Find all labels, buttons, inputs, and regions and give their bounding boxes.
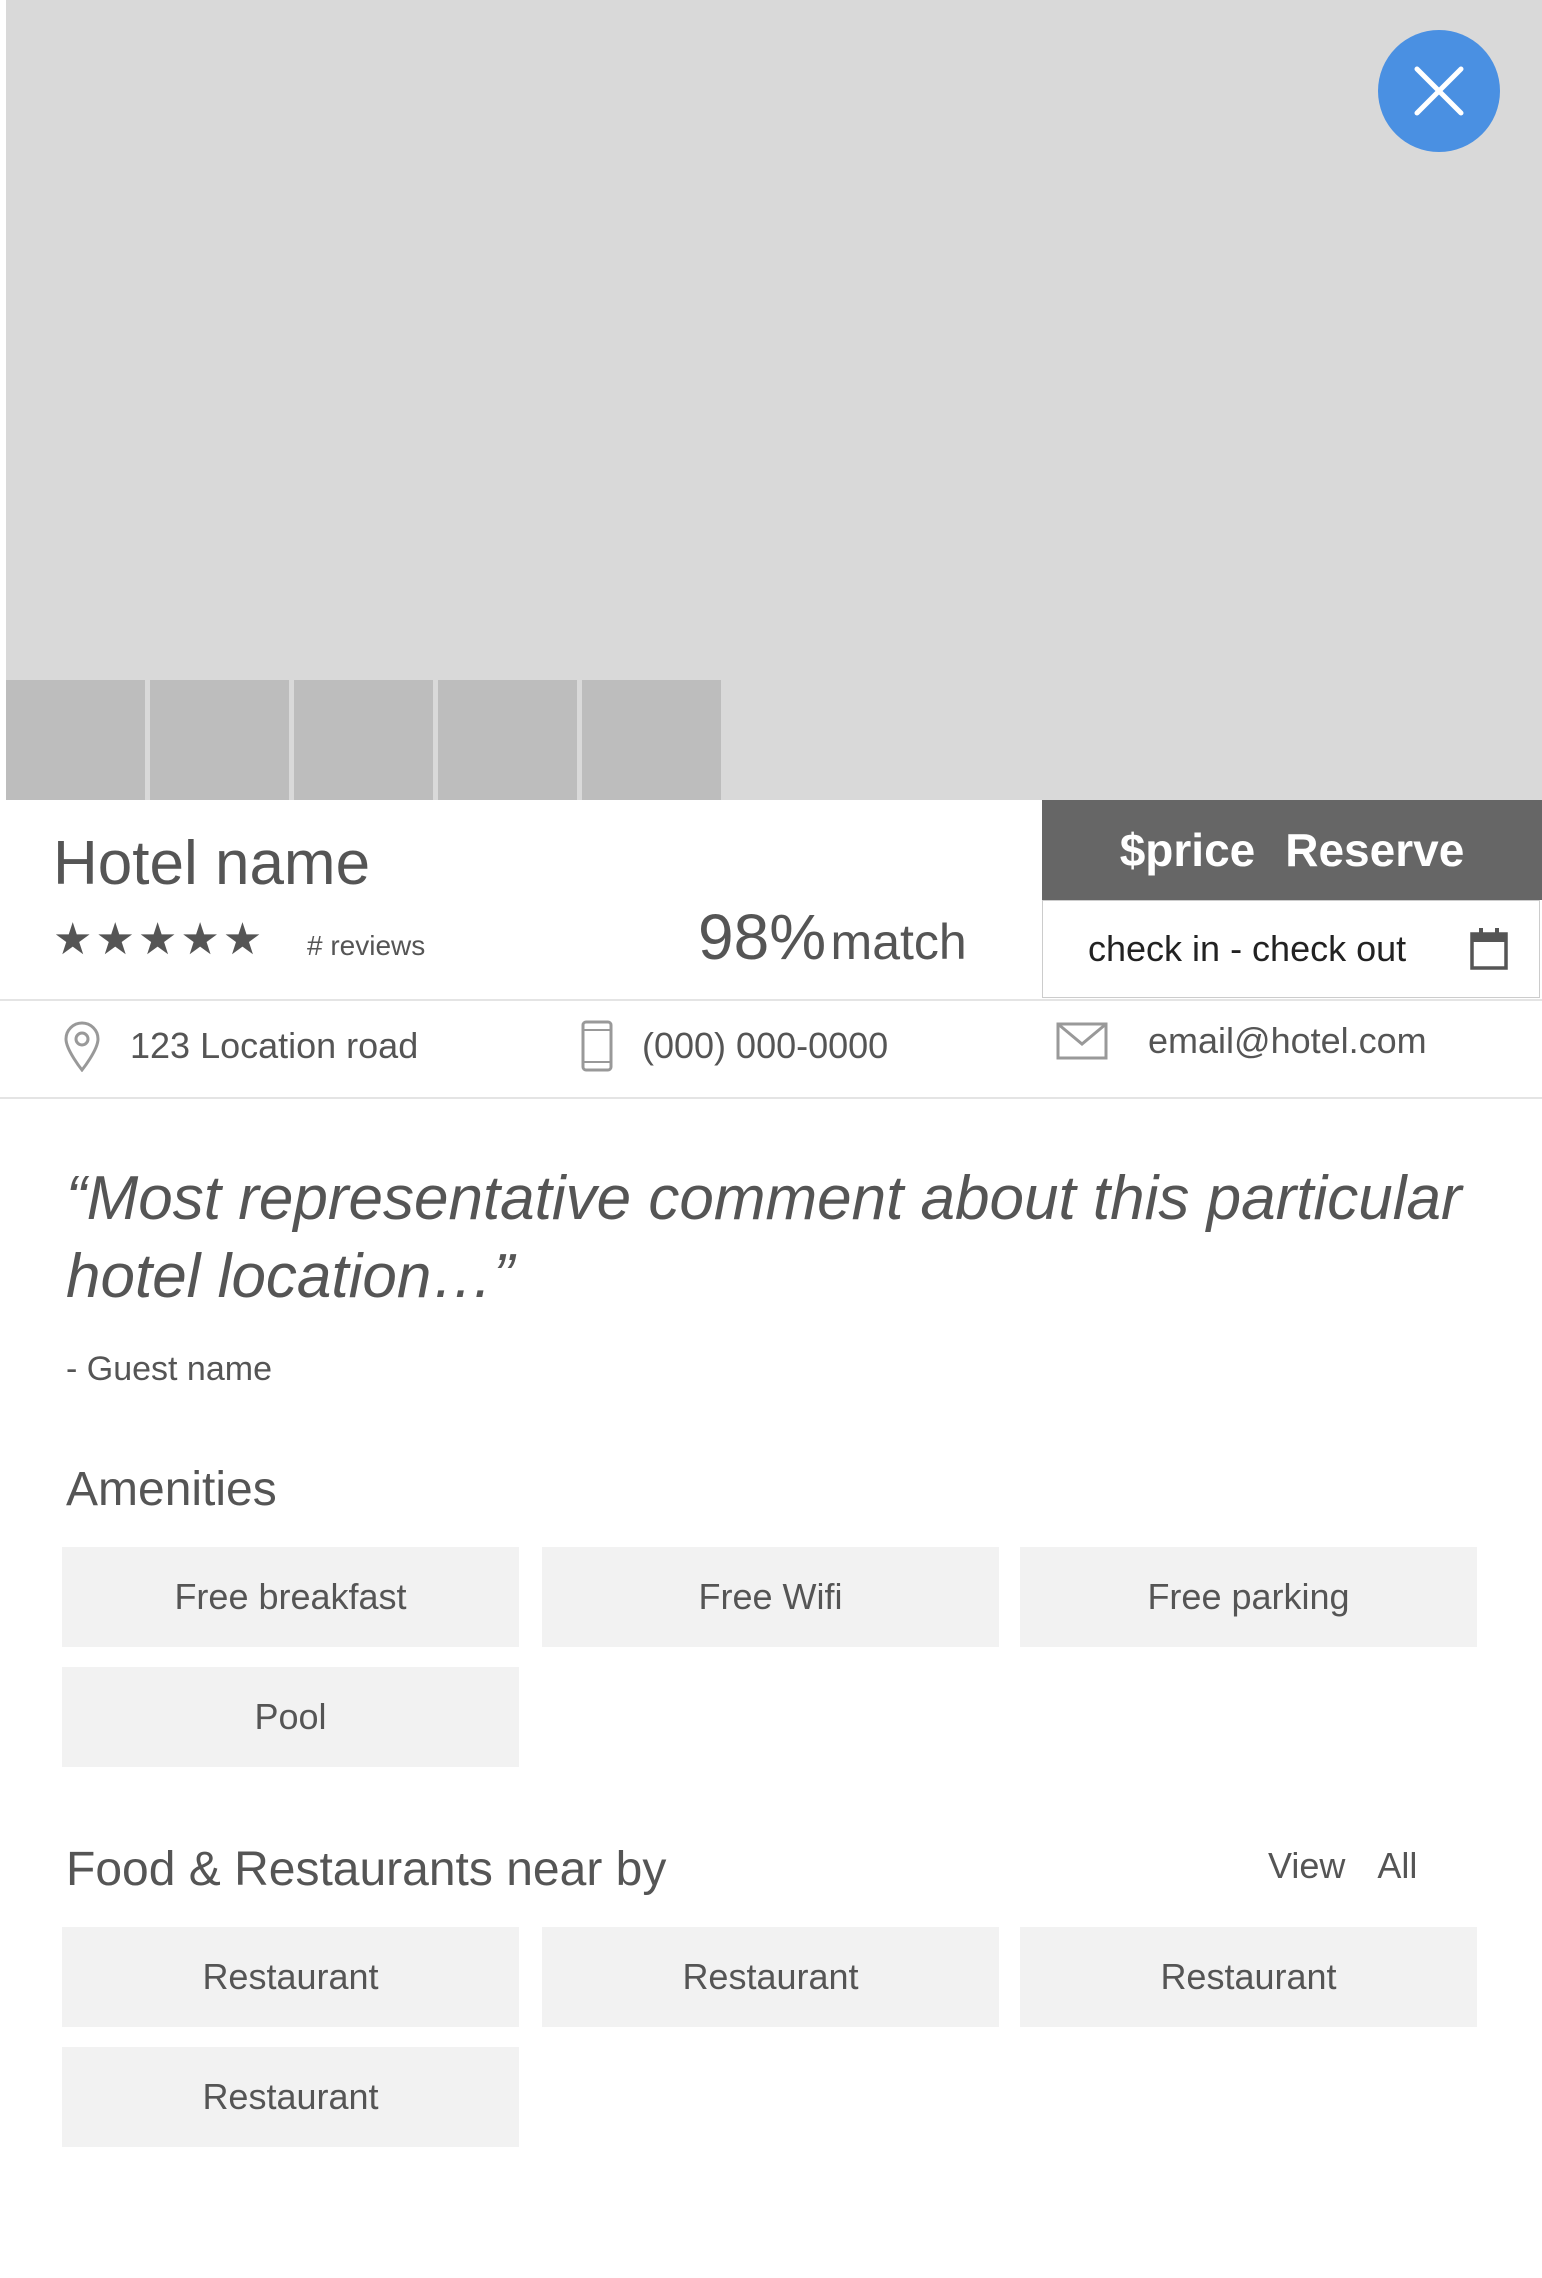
address-item[interactable]: 123 Location road: [62, 1020, 418, 1072]
view-label: View: [1268, 1845, 1346, 1886]
thumbnail[interactable]: [294, 680, 433, 800]
phone-icon: [581, 1020, 613, 1072]
match-label: match: [830, 914, 967, 970]
phone-text: (000) 000-0000: [642, 1025, 889, 1066]
restaurant-chip[interactable]: Restaurant: [62, 2047, 519, 2147]
restaurant-chip[interactable]: Restaurant: [542, 1927, 999, 2027]
thumbnail[interactable]: [6, 680, 145, 800]
all-label: All: [1377, 1845, 1418, 1886]
divider: [0, 999, 1542, 1001]
match-score: 98% match: [698, 900, 967, 974]
match-percent: 98%: [698, 901, 827, 973]
hotel-name: Hotel name: [53, 829, 371, 898]
calendar-icon: [1470, 928, 1508, 970]
reviews-count[interactable]: # reviews: [307, 930, 425, 962]
amenity-chip[interactable]: Free Wifi: [542, 1547, 999, 1647]
email-item[interactable]: email@hotel.com: [1056, 1020, 1427, 1062]
reserve-button[interactable]: $price Reserve: [1042, 800, 1542, 900]
amenity-chip[interactable]: Pool: [62, 1667, 519, 1767]
guest-name: - Guest name: [66, 1350, 272, 1388]
close-button[interactable]: [1378, 30, 1500, 152]
envelope-icon: [1056, 1022, 1108, 1060]
review-quote: “Most representative comment about this …: [66, 1164, 1462, 1311]
price-label: $price: [1119, 824, 1256, 876]
date-range-label: check in - check out: [1088, 928, 1407, 969]
reserve-label: Reserve: [1285, 824, 1465, 876]
thumbnail[interactable]: [150, 680, 289, 800]
food-title: Food & Restaurants near by: [66, 1843, 667, 1896]
phone-item[interactable]: (000) 000-0000: [580, 1020, 888, 1072]
email-text: email@hotel.com: [1148, 1020, 1427, 1061]
thumbnail[interactable]: [438, 680, 577, 800]
thumbnail-strip: [6, 680, 726, 800]
amenities-title: Amenities: [66, 1463, 277, 1516]
amenity-chip[interactable]: Free breakfast: [62, 1547, 519, 1647]
restaurant-chip[interactable]: Restaurant: [1020, 1927, 1477, 2027]
address-text: 123 Location road: [130, 1025, 419, 1066]
thumbnail[interactable]: [582, 680, 721, 800]
date-picker[interactable]: check in - check out: [1042, 900, 1540, 998]
divider: [0, 1097, 1542, 1099]
close-icon: [1414, 66, 1464, 116]
location-pin-icon: [64, 1021, 100, 1072]
star-rating: ★★★★★: [53, 915, 266, 964]
restaurant-chip[interactable]: Restaurant: [62, 1927, 519, 2027]
amenity-chip[interactable]: Free parking: [1020, 1547, 1477, 1647]
view-all-link[interactable]: View All: [1268, 1845, 1417, 1887]
